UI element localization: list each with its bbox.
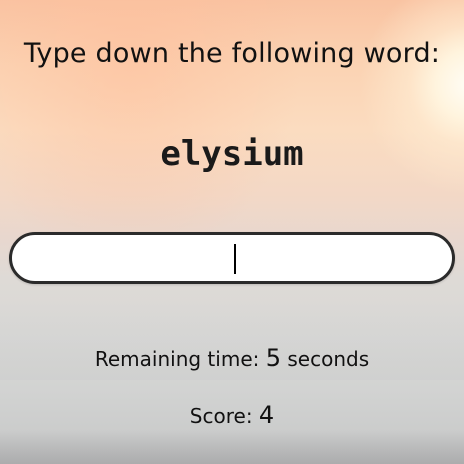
- score-value: 4: [258, 401, 275, 429]
- target-word: elysium: [160, 134, 304, 174]
- remaining-time-unit: seconds: [287, 347, 370, 371]
- remaining-time-value: 5: [265, 344, 281, 372]
- text-cursor: [234, 244, 236, 274]
- remaining-time-label: Remaining time:: [94, 347, 260, 371]
- score: Score: 4: [0, 401, 464, 429]
- instruction-text: Type down the following word:: [23, 38, 441, 69]
- remaining-time: Remaining time: 5 seconds: [0, 344, 464, 372]
- background-sea-waves: [0, 430, 464, 464]
- answer-input[interactable]: [12, 235, 452, 281]
- answer-input-container[interactable]: [9, 232, 455, 284]
- score-label: Score:: [189, 404, 253, 428]
